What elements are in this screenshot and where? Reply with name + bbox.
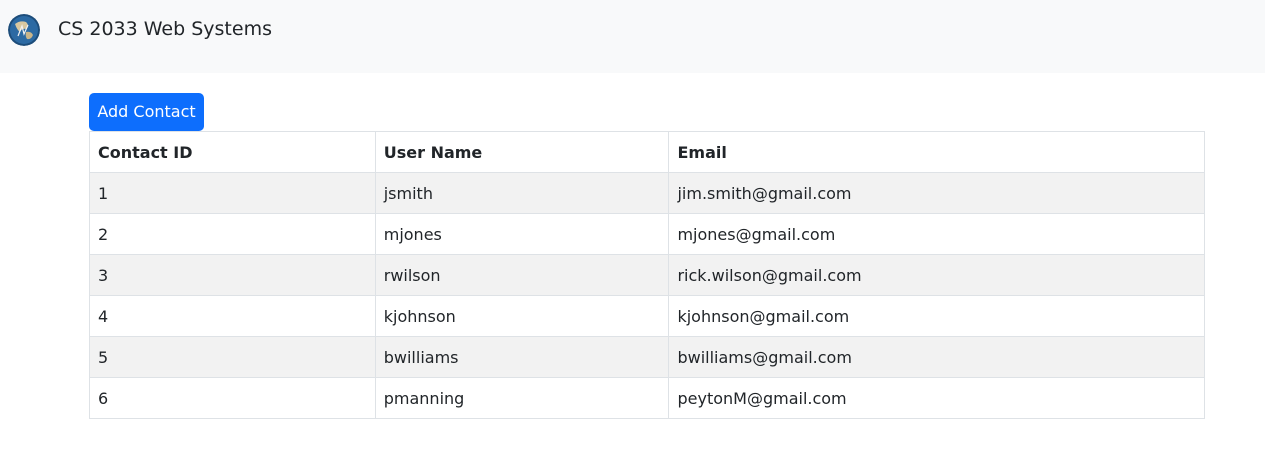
table-row: 5 bwilliams bwilliams@gmail.com <box>89 336 1205 378</box>
contact-id-cell: 4 <box>89 295 376 337</box>
contacts-table: Contact ID User Name Email 1 jsmith jim.… <box>89 131 1205 419</box>
user-name-cell: mjones <box>374 213 670 255</box>
column-header-contact-id: Contact ID <box>89 131 376 173</box>
email-cell: rick.wilson@gmail.com <box>668 254 1205 296</box>
contact-id-cell: 3 <box>89 254 376 296</box>
globe-logo-icon[interactable] <box>8 14 40 46</box>
email-cell: bwilliams@gmail.com <box>668 336 1205 378</box>
contact-id-cell: 1 <box>89 172 376 214</box>
table-header-row: Contact ID User Name Email <box>89 131 1205 173</box>
user-name-cell: rwilson <box>374 254 670 296</box>
column-header-email: Email <box>668 131 1205 173</box>
contact-id-cell: 2 <box>89 213 376 255</box>
table-row: 3 rwilson rick.wilson@gmail.com <box>89 254 1205 296</box>
contact-id-cell: 6 <box>89 377 376 419</box>
contact-id-cell: 5 <box>89 336 376 378</box>
table-row: 6 pmanning peytonM@gmail.com <box>89 377 1205 419</box>
email-cell: mjones@gmail.com <box>668 213 1205 255</box>
add-contact-button[interactable]: Add Contact <box>89 93 204 131</box>
user-name-cell: jsmith <box>374 172 670 214</box>
user-name-cell: kjohnson <box>374 295 670 337</box>
user-name-cell: bwilliams <box>374 336 670 378</box>
user-name-cell: pmanning <box>374 377 670 419</box>
email-cell: peytonM@gmail.com <box>668 377 1205 419</box>
table-row: 2 mjones mjones@gmail.com <box>89 213 1205 255</box>
navbar: CS 2033 Web Systems <box>0 0 1265 73</box>
email-cell: kjohnson@gmail.com <box>668 295 1205 337</box>
table-row: 4 kjohnson kjohnson@gmail.com <box>89 295 1205 337</box>
email-cell: jim.smith@gmail.com <box>668 172 1205 214</box>
column-header-user-name: User Name <box>374 131 670 173</box>
navbar-brand[interactable]: CS 2033 Web Systems <box>58 17 272 41</box>
table-row: 1 jsmith jim.smith@gmail.com <box>89 172 1205 214</box>
